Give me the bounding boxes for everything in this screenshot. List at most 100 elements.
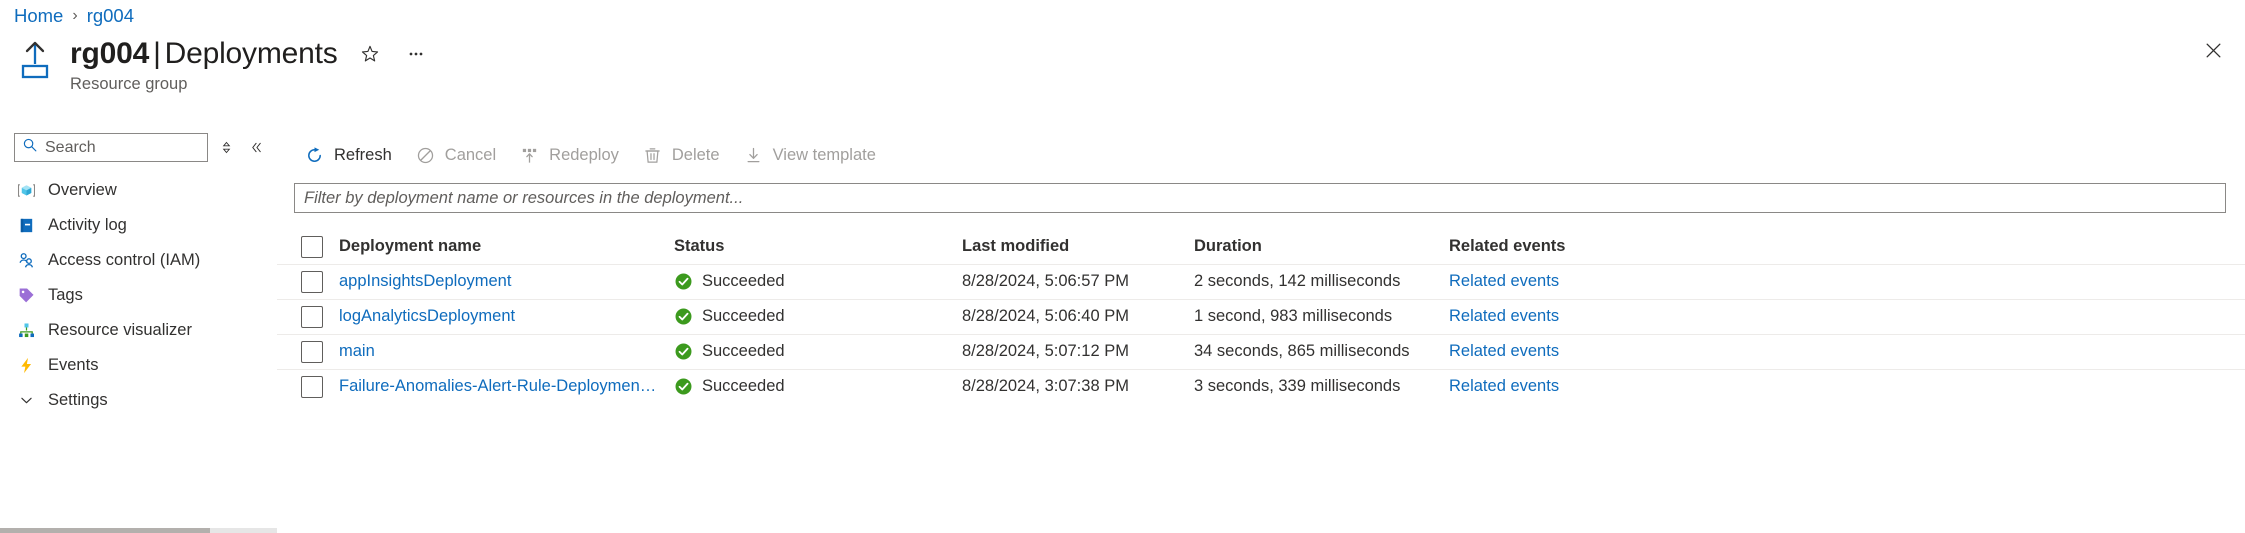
sidebar-item-settings[interactable]: Settings (0, 383, 277, 418)
filter-row (277, 177, 2245, 213)
column-header-duration[interactable]: Duration (1194, 230, 1449, 264)
table-row[interactable]: Failure-Anomalies-Alert-Rule-Deployment-… (277, 369, 2245, 404)
sidebar: Search Overview Activity log Access cont… (0, 133, 277, 533)
cancel-button[interactable]: Cancel (405, 139, 506, 171)
resource-group-icon (14, 39, 56, 81)
sidebar-item-label: Tags (48, 286, 83, 304)
sidebar-item-events[interactable]: Events (0, 348, 277, 383)
command-toolbar: Refresh Cancel Redeploy Delete View temp… (277, 133, 2245, 177)
row-checkbox[interactable] (301, 305, 323, 328)
related-events-link[interactable]: Related events (1449, 377, 1559, 395)
table-header-row: Deployment name Status Last modified Dur… (277, 230, 2245, 264)
view-template-button[interactable]: View template (733, 139, 886, 171)
redeploy-icon (519, 145, 540, 166)
breadcrumb-home[interactable]: Home (14, 5, 63, 27)
deployment-name-link[interactable]: Failure-Anomalies-Alert-Rule-Deployment-… (339, 377, 659, 396)
related-events-link[interactable]: Related events (1449, 342, 1559, 360)
resource-visualizer-icon (16, 320, 37, 341)
last-modified-cell: 8/28/2024, 3:07:38 PM (962, 377, 1129, 396)
page-subtitle: Resource group (70, 75, 188, 93)
table-row[interactable]: main Succeeded 8/28/2024, 5:07:12 PM 34 … (277, 334, 2245, 369)
page-title-resource: rg004 (70, 37, 150, 70)
redeploy-label: Redeploy (549, 145, 619, 164)
status-cell: Succeeded (674, 264, 962, 299)
select-all-checkbox[interactable] (301, 235, 323, 258)
status-label: Succeeded (702, 272, 785, 290)
status-label: Succeeded (702, 342, 785, 360)
related-events-cell: Related events (1449, 334, 2245, 369)
page-title: rg004 | Deployments (70, 36, 338, 72)
deployment-name-cell: main (339, 334, 674, 369)
refresh-label: Refresh (334, 145, 392, 164)
status-cell: Succeeded (674, 334, 962, 369)
sidebar-search-row: Search (0, 133, 277, 162)
deployment-name-link[interactable]: logAnalyticsDeployment (339, 307, 659, 326)
content-pane: Refresh Cancel Redeploy Delete View temp… (277, 133, 2245, 533)
column-header-last-modified[interactable]: Last modified (962, 230, 1194, 264)
deployments-table: Deployment name Status Last modified Dur… (277, 230, 2245, 404)
star-icon[interactable] (356, 40, 384, 68)
column-header-deployment-name[interactable]: Deployment name (339, 230, 674, 264)
refresh-icon (304, 145, 325, 166)
status-label: Succeeded (702, 377, 785, 396)
related-events-cell: Related events (1449, 299, 2245, 334)
sidebar-item-resource-visualizer[interactable]: Resource visualizer (0, 313, 277, 348)
search-icon (22, 137, 38, 158)
search-input[interactable]: Search (14, 133, 208, 162)
breadcrumb: Home › rg004 (14, 5, 134, 27)
tag-icon (16, 285, 37, 306)
sidebar-item-overview[interactable]: Overview (0, 173, 277, 208)
chevron-right-icon: › (72, 7, 78, 24)
sidebar-nav: Overview Activity log Access control (IA… (0, 173, 277, 418)
cancel-label: Cancel (444, 145, 497, 164)
sidebar-item-access-control[interactable]: Access control (IAM) (0, 243, 277, 278)
deployment-name-link[interactable]: appInsightsDeployment (339, 272, 659, 291)
duration-cell: 34 seconds, 865 milliseconds (1194, 342, 1410, 360)
success-check-icon (674, 377, 693, 396)
sidebar-horizontal-scrollbar[interactable] (0, 528, 277, 533)
row-checkbox[interactable] (301, 270, 323, 293)
last-modified-cell: 8/28/2024, 5:06:57 PM (962, 272, 1129, 290)
sidebar-item-label: Access control (IAM) (48, 251, 201, 269)
sidebar-item-tags[interactable]: Tags (0, 278, 277, 313)
download-icon (743, 145, 764, 166)
double-chevron-left-icon[interactable] (245, 135, 267, 161)
table-row[interactable]: appInsightsDeployment Succeeded 8/28/202… (277, 264, 2245, 299)
ellipsis-icon[interactable] (402, 40, 430, 68)
row-select-cell (277, 334, 339, 369)
duration-cell: 1 second, 983 milliseconds (1194, 307, 1393, 325)
row-select-cell (277, 264, 339, 299)
cancel-icon (415, 145, 436, 166)
duration-cell: 2 seconds, 142 milliseconds (1194, 272, 1401, 290)
refresh-button[interactable]: Refresh (294, 139, 402, 171)
last-modified-cell: 8/28/2024, 5:07:12 PM (962, 342, 1129, 360)
delete-label: Delete (671, 145, 720, 164)
row-checkbox[interactable] (301, 375, 323, 398)
delete-button[interactable]: Delete (632, 139, 730, 171)
search-placeholder: Search (45, 138, 96, 156)
related-events-link[interactable]: Related events (1449, 307, 1559, 325)
page-title-separator: | (153, 37, 161, 70)
status-cell: Succeeded (674, 369, 962, 404)
success-check-icon (674, 272, 693, 291)
breadcrumb-rg004[interactable]: rg004 (87, 5, 134, 27)
deployment-name-link[interactable]: main (339, 342, 659, 361)
redeploy-button[interactable]: Redeploy (509, 139, 629, 171)
activity-log-icon (16, 215, 37, 236)
cube-icon (16, 180, 37, 201)
sort-icon[interactable] (216, 135, 238, 161)
filter-input[interactable] (294, 183, 2226, 213)
column-header-related-events[interactable]: Related events (1449, 230, 2245, 264)
sidebar-item-activity-log[interactable]: Activity log (0, 208, 277, 243)
success-check-icon (674, 307, 693, 326)
column-header-status[interactable]: Status (674, 230, 962, 264)
sidebar-item-label: Activity log (48, 216, 127, 234)
related-events-cell: Related events (1449, 264, 2245, 299)
close-icon[interactable] (2197, 34, 2229, 66)
related-events-link[interactable]: Related events (1449, 272, 1559, 290)
table-row[interactable]: logAnalyticsDeployment Succeeded 8/28/20… (277, 299, 2245, 334)
sidebar-item-label: Overview (48, 181, 117, 199)
row-checkbox[interactable] (301, 340, 323, 363)
select-all-header (277, 230, 339, 264)
row-select-cell (277, 369, 339, 404)
